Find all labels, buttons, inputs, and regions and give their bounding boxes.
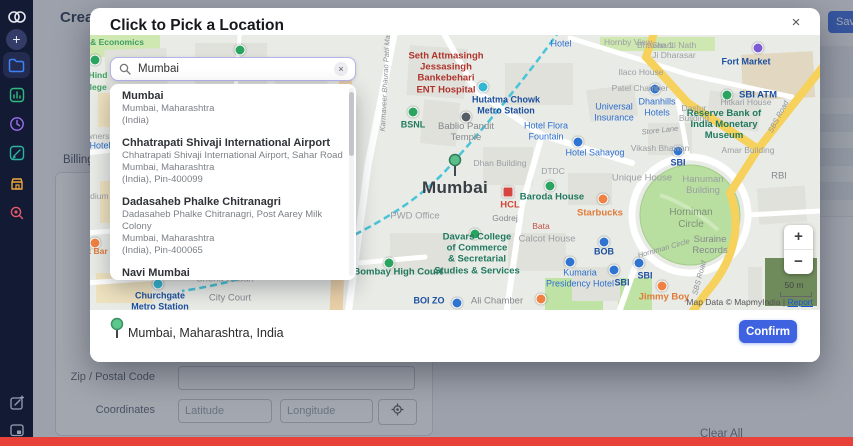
map-poi-blue-icon (609, 265, 620, 276)
compose-icon (9, 395, 25, 411)
folder-icon (8, 58, 25, 73)
map-poi-orange-icon (657, 281, 668, 292)
map-poi-purple-icon (753, 43, 764, 54)
dropdown-scrollbar-thumb[interactable] (349, 92, 354, 156)
result-subtitle: (India) (122, 115, 344, 127)
zoho-logo-icon (0, 6, 33, 28)
map-zoom-controls: + − (784, 225, 813, 274)
search-icon (119, 63, 131, 75)
location-search-box[interactable]: × (110, 57, 356, 81)
map-poi-blue-icon (565, 257, 576, 268)
modal-footer: Mumbai, Maharashtra, India Confirm (90, 310, 820, 362)
zoom-out-button[interactable]: − (784, 249, 813, 274)
plus-icon: + (6, 29, 27, 50)
result-subtitle: Colony (122, 221, 344, 233)
result-title: Chhatrapati Shivaji International Airpor… (122, 137, 344, 150)
close-icon[interactable]: × (786, 13, 806, 33)
map-poi-dark-icon (461, 112, 472, 123)
map-poi-cyan-icon (478, 82, 489, 93)
search-results-dropdown: MumbaiMumbai, Maharashtra(India)Chhatrap… (110, 84, 356, 280)
result-subtitle: Mumbai, Maharashtra (122, 233, 344, 245)
window-icon (9, 422, 25, 438)
search-result[interactable]: Chhatrapati Shivaji International Airpor… (110, 131, 356, 190)
map-poi-cyan-icon (153, 279, 164, 290)
modal-title: Click to Pick a Location (110, 17, 284, 35)
report-link[interactable]: Report (787, 297, 813, 307)
map-poi-blue-icon (650, 84, 661, 95)
map-poi-blue-icon (673, 146, 684, 157)
sidebar-item-compose[interactable] (0, 393, 33, 413)
storefront-icon (9, 176, 25, 192)
result-subtitle: Chhatrapati Shivaji International Airpor… (122, 150, 344, 162)
map-attribution: Map Data © MapmyIndia | Report (686, 297, 813, 307)
map-poi-orange-icon (536, 294, 547, 305)
map-poi-green-icon (235, 45, 246, 56)
selected-location-text: Mumbai, Maharashtra, India (128, 326, 284, 340)
location-pin-icon (110, 317, 124, 346)
sidebar-item-activity[interactable] (0, 114, 33, 134)
pick-location-modal: Click to Pick a Location × (90, 8, 820, 362)
map-poi-orange-icon (598, 194, 609, 205)
map-poi-green-icon (545, 181, 556, 192)
search-result[interactable]: MumbaiMumbai, Maharashtra(India) (110, 84, 356, 131)
result-subtitle: Mumbai, Maharashtra (122, 103, 344, 115)
clear-search-icon[interactable]: × (334, 62, 348, 76)
map-poi-green-icon (90, 55, 101, 66)
result-subtitle: Mumbai, Maharashtra (122, 162, 344, 174)
bottom-alert-bar (0, 437, 853, 446)
zoom-in-button[interactable]: + (784, 225, 813, 249)
search-insights-icon (9, 205, 25, 221)
result-title: Mumbai (122, 90, 344, 103)
map-poi-red-icon (503, 187, 514, 198)
attribution-text: Map Data © MapmyIndia | (686, 297, 785, 307)
map-poi-blue-icon (452, 298, 463, 309)
map-poi-blue-icon (634, 258, 645, 269)
map-poi-green-icon (722, 90, 733, 101)
app-sidebar: + (0, 0, 33, 446)
clock-icon (9, 116, 25, 132)
sidebar-item-files[interactable] (0, 55, 33, 75)
sidebar-item-design[interactable] (0, 143, 33, 163)
confirm-button[interactable]: Confirm (739, 320, 797, 343)
pen-icon (9, 145, 25, 161)
map-poi-orange-icon (90, 238, 101, 249)
map-poi-green-icon (384, 258, 395, 269)
map-poi-green-icon (470, 229, 481, 240)
search-result[interactable]: Navi MumbaiNavi Mumbai, Maharashtra(Indi… (110, 261, 356, 280)
sidebar-item-insights[interactable] (0, 203, 33, 223)
search-input[interactable] (136, 62, 334, 76)
result-subtitle: (India), Pin-400099 (122, 174, 344, 186)
result-title: Navi Mumbai (122, 267, 344, 280)
sidebar-item-analytics[interactable] (0, 85, 33, 105)
map-marker-pin (450, 155, 461, 177)
result-subtitle: Dadasaheb Phalke Chitranagri, Post Aarey… (122, 209, 344, 221)
map-poi-blue-icon (573, 137, 584, 148)
result-title: Dadasaheb Phalke Chitranagri (122, 196, 344, 209)
chart-icon (9, 87, 25, 103)
result-subtitle: (India), Pin-400065 (122, 245, 344, 257)
map-poi-blue-icon (599, 237, 610, 248)
map-poi-green-icon (408, 107, 419, 118)
map-scale-label: 50 m (778, 280, 810, 290)
search-result[interactable]: Dadasaheb Phalke ChitranagriDadasaheb Ph… (110, 190, 356, 261)
sidebar-item-store[interactable] (0, 174, 33, 194)
add-button[interactable]: + (0, 28, 33, 50)
